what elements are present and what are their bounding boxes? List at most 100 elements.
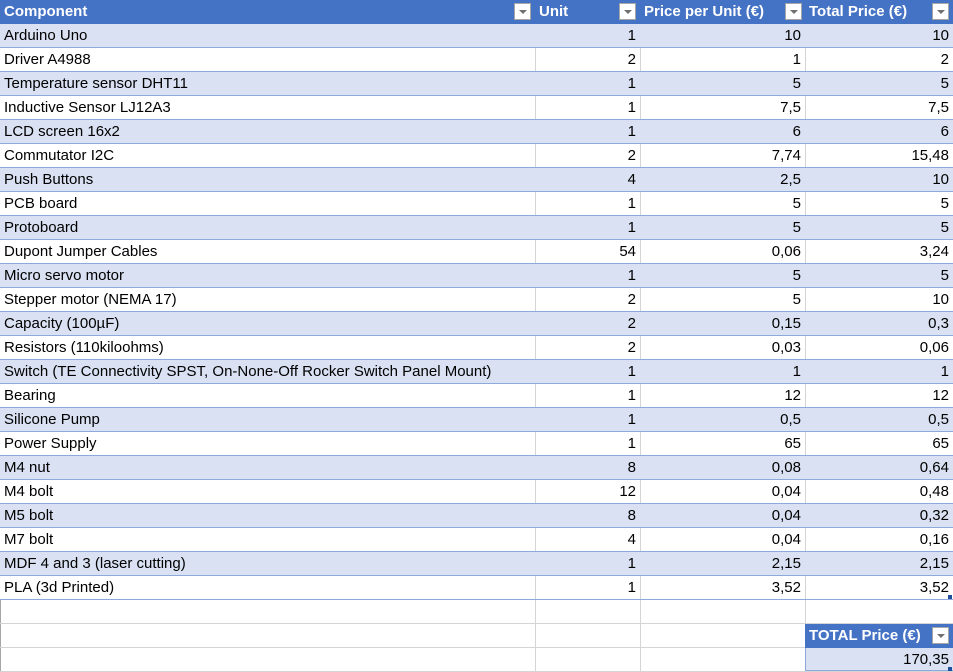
filter-dropdown-icon[interactable]	[932, 3, 949, 20]
cell-price-per-unit[interactable]: 5	[640, 72, 805, 95]
cell-total-price[interactable]: 1	[805, 360, 953, 383]
cell-total-price[interactable]: 7,5	[805, 96, 953, 119]
cell-component[interactable]: PLA (3d Printed)	[0, 576, 535, 599]
cell-unit[interactable]: 2	[535, 336, 640, 359]
cell-unit[interactable]: 8	[535, 504, 640, 527]
cell-price-per-unit[interactable]: 1	[640, 48, 805, 71]
cell-total-price[interactable]: 10	[805, 168, 953, 191]
cell-unit[interactable]: 1	[535, 120, 640, 143]
cell-component[interactable]: Capacity (100µF)	[0, 312, 535, 335]
cell-price-per-unit[interactable]: 6	[640, 120, 805, 143]
cell-total-price[interactable]: 0,64	[805, 456, 953, 479]
cell-price-per-unit[interactable]: 5	[640, 264, 805, 287]
cell-price-per-unit[interactable]: 5	[640, 192, 805, 215]
cell-unit[interactable]: 1	[535, 432, 640, 455]
cell-total-price[interactable]: 0,32	[805, 504, 953, 527]
filter-dropdown-icon[interactable]	[514, 3, 531, 20]
cell-total-price[interactable]: 3,52	[805, 576, 953, 599]
cell-total-price[interactable]: 5	[805, 264, 953, 287]
cell-price-per-unit[interactable]: 1	[640, 360, 805, 383]
cell-total-price[interactable]: 5	[805, 216, 953, 239]
total-price-value[interactable]: 170,35	[805, 648, 953, 671]
cell-total-price[interactable]: 0,06	[805, 336, 953, 359]
cell-price-per-unit[interactable]: 65	[640, 432, 805, 455]
cell-price-per-unit[interactable]: 0,03	[640, 336, 805, 359]
table-resize-handle[interactable]	[948, 595, 952, 599]
cell-component[interactable]: Commutator I2C	[0, 144, 535, 167]
cell-total-price[interactable]: 2,15	[805, 552, 953, 575]
cell-unit[interactable]: 1	[535, 192, 640, 215]
cell-component[interactable]: Resistors (110kiloohms)	[0, 336, 535, 359]
cell-unit[interactable]: 2	[535, 48, 640, 71]
cell-unit[interactable]: 1	[535, 576, 640, 599]
cell-component[interactable]: PCB board	[0, 192, 535, 215]
cell-total-price[interactable]: 0,5	[805, 408, 953, 431]
cell-price-per-unit[interactable]: 7,5	[640, 96, 805, 119]
cell-unit[interactable]: 1	[535, 360, 640, 383]
cell-unit[interactable]: 1	[535, 264, 640, 287]
total-price-header[interactable]: TOTAL Price (€)	[805, 624, 953, 648]
cell-component[interactable]: M7 bolt	[0, 528, 535, 551]
cell-unit[interactable]: 54	[535, 240, 640, 263]
cell-total-price[interactable]: 10	[805, 288, 953, 311]
header-component[interactable]: Component	[0, 0, 535, 23]
cell-price-per-unit[interactable]: 0,08	[640, 456, 805, 479]
cell-component[interactable]: Inductive Sensor LJ12A3	[0, 96, 535, 119]
cell-unit[interactable]: 12	[535, 480, 640, 503]
cell-component[interactable]: MDF 4 and 3 (laser cutting)	[0, 552, 535, 575]
cell-component[interactable]: Arduino Uno	[0, 24, 535, 47]
cell-total-price[interactable]: 0,3	[805, 312, 953, 335]
cell-component[interactable]: LCD screen 16x2	[0, 120, 535, 143]
filter-dropdown-icon[interactable]	[785, 3, 802, 20]
cell-total-price[interactable]: 0,48	[805, 480, 953, 503]
cell-component[interactable]: Protoboard	[0, 216, 535, 239]
cell-component[interactable]: Switch (TE Connectivity SPST, On-None-Of…	[0, 360, 535, 383]
cell-price-per-unit[interactable]: 0,15	[640, 312, 805, 335]
cell-price-per-unit[interactable]: 0,5	[640, 408, 805, 431]
cell-component[interactable]: Driver A4988	[0, 48, 535, 71]
cell-component[interactable]: Temperature sensor DHT11	[0, 72, 535, 95]
cell-component[interactable]: M4 bolt	[0, 480, 535, 503]
cell-total-price[interactable]: 5	[805, 192, 953, 215]
cell-unit[interactable]: 1	[535, 96, 640, 119]
cell-component[interactable]: Dupont Jumper Cables	[0, 240, 535, 263]
cell-price-per-unit[interactable]: 0,04	[640, 528, 805, 551]
cell-price-per-unit[interactable]: 5	[640, 288, 805, 311]
cell-unit[interactable]: 1	[535, 24, 640, 47]
cell-component[interactable]: Micro servo motor	[0, 264, 535, 287]
cell-unit[interactable]: 1	[535, 408, 640, 431]
cell-component[interactable]: Bearing	[0, 384, 535, 407]
header-price-per-unit[interactable]: Price per Unit (€)	[640, 0, 805, 23]
cell-unit[interactable]: 4	[535, 168, 640, 191]
cell-component[interactable]: M4 nut	[0, 456, 535, 479]
header-total-price[interactable]: Total Price (€)	[805, 0, 953, 23]
cell-price-per-unit[interactable]: 5	[640, 216, 805, 239]
cell-total-price[interactable]: 65	[805, 432, 953, 455]
cell-total-price[interactable]: 2	[805, 48, 953, 71]
cell-price-per-unit[interactable]: 0,04	[640, 480, 805, 503]
cell-unit[interactable]: 8	[535, 456, 640, 479]
cell-price-per-unit[interactable]: 12	[640, 384, 805, 407]
cell-price-per-unit[interactable]: 0,04	[640, 504, 805, 527]
filter-dropdown-icon[interactable]	[619, 3, 636, 20]
cell-unit[interactable]: 1	[535, 384, 640, 407]
cell-total-price[interactable]: 3,24	[805, 240, 953, 263]
cell-price-per-unit[interactable]: 2,5	[640, 168, 805, 191]
cell-unit[interactable]: 4	[535, 528, 640, 551]
cell-total-price[interactable]: 0,16	[805, 528, 953, 551]
cell-price-per-unit[interactable]: 7,74	[640, 144, 805, 167]
cell-price-per-unit[interactable]: 3,52	[640, 576, 805, 599]
cell-unit[interactable]: 2	[535, 288, 640, 311]
cell-component[interactable]: Silicone Pump	[0, 408, 535, 431]
cell-unit[interactable]: 2	[535, 144, 640, 167]
cell-unit[interactable]: 1	[535, 552, 640, 575]
cell-price-per-unit[interactable]: 0,06	[640, 240, 805, 263]
cell-total-price[interactable]: 10	[805, 24, 953, 47]
cell-unit[interactable]: 1	[535, 216, 640, 239]
cell-total-price[interactable]: 6	[805, 120, 953, 143]
table-resize-handle[interactable]	[948, 667, 952, 671]
cell-total-price[interactable]: 12	[805, 384, 953, 407]
cell-component[interactable]: M5 bolt	[0, 504, 535, 527]
cell-component[interactable]: Power Supply	[0, 432, 535, 455]
cell-component[interactable]: Stepper motor (NEMA 17)	[0, 288, 535, 311]
